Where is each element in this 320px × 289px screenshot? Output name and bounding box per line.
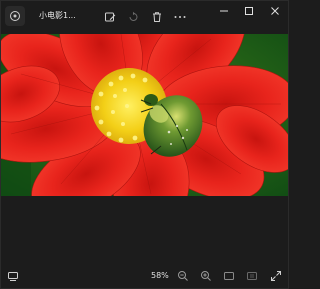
maximize-button[interactable]: [237, 1, 261, 21]
actual-size-button[interactable]: [244, 268, 260, 284]
photos-app-icon: [5, 6, 25, 26]
window-title: 小电影1...: [39, 11, 76, 20]
zoom-in-icon: [201, 271, 211, 281]
close-icon: [271, 7, 279, 15]
edit-image-button[interactable]: [102, 9, 118, 25]
fit-to-window-button[interactable]: [221, 268, 237, 284]
status-bar: 58%: [1, 264, 288, 288]
zoom-in-button[interactable]: [198, 268, 214, 284]
filmstrip-icon: [8, 272, 18, 281]
filmstrip-button[interactable]: [5, 268, 21, 284]
zoom-out-icon: [178, 271, 188, 281]
edit-image-icon: [105, 12, 116, 22]
minimize-icon: [220, 10, 228, 12]
fullscreen-icon: [271, 271, 281, 281]
more-options-button[interactable]: [172, 9, 188, 25]
minimize-button[interactable]: [212, 1, 236, 21]
rotate-icon: [129, 11, 138, 21]
photos-app-window: 小电影1... 58%: [0, 0, 289, 289]
photo-viewer-image[interactable]: [1, 34, 288, 196]
more-icon: [174, 16, 186, 18]
maximize-icon: [245, 7, 253, 15]
close-button[interactable]: [263, 1, 287, 21]
zoom-out-button[interactable]: [175, 268, 191, 284]
delete-button[interactable]: [149, 9, 165, 25]
flower-beetle-photo: [1, 34, 288, 196]
rotate-button[interactable]: [125, 9, 141, 25]
fullscreen-button[interactable]: [268, 268, 284, 284]
actual-size-icon: [247, 272, 257, 280]
delete-icon: [153, 12, 161, 22]
title-bar: 小电影1...: [1, 1, 288, 33]
fit-to-window-icon: [224, 272, 234, 280]
zoom-level: 58%: [151, 271, 169, 280]
